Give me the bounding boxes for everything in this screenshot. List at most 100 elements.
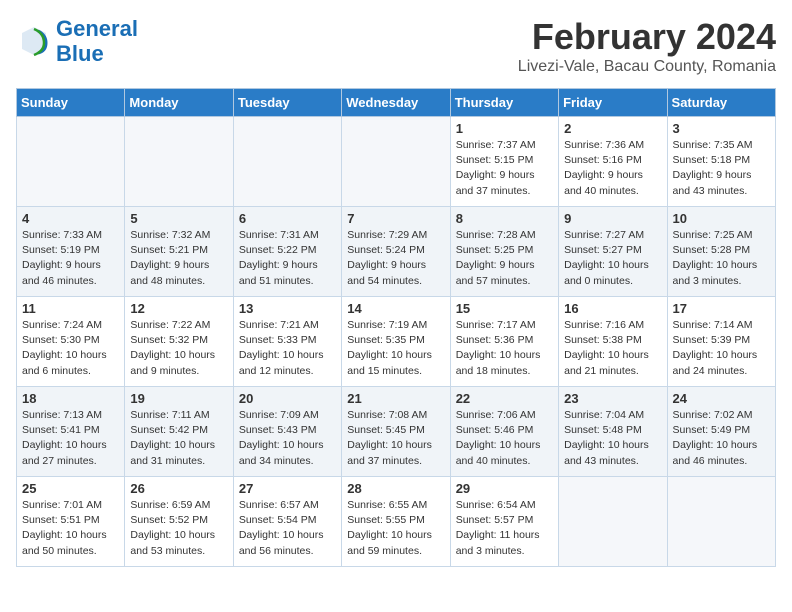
month-title: February 2024 [518, 16, 776, 58]
weekday-header-monday: Monday [125, 89, 233, 117]
calendar-cell [125, 117, 233, 207]
page-header: General Blue February 2024 Livezi-Vale, … [16, 16, 776, 76]
calendar-cell: 16Sunrise: 7:16 AM Sunset: 5:38 PM Dayli… [559, 297, 667, 387]
day-info: Sunrise: 7:19 AM Sunset: 5:35 PM Dayligh… [347, 318, 444, 379]
day-number: 2 [564, 121, 661, 136]
day-info: Sunrise: 7:11 AM Sunset: 5:42 PM Dayligh… [130, 408, 227, 469]
calendar-cell: 12Sunrise: 7:22 AM Sunset: 5:32 PM Dayli… [125, 297, 233, 387]
day-number: 4 [22, 211, 119, 226]
day-info: Sunrise: 7:32 AM Sunset: 5:21 PM Dayligh… [130, 228, 227, 289]
day-number: 23 [564, 391, 661, 406]
calendar-cell: 10 Sunrise: 7:25 AM Sunset: 5:28 PM Dayli… [667, 207, 775, 297]
calendar-cell: 1Sunrise: 7:37 AM Sunset: 5:15 PM Daylig… [450, 117, 558, 207]
calendar-cell: 25 Sunrise: 7:01 AM Sunset: 5:51 PM Dayli… [17, 477, 125, 567]
weekday-header-friday: Friday [559, 89, 667, 117]
day-number: 11 [22, 301, 119, 316]
day-info: Sunrise: 6:54 AM Sunset: 5:57 PM Dayligh… [456, 498, 553, 559]
calendar-cell [559, 477, 667, 567]
day-info: Sunrise: 7:04 AM Sunset: 5:48 PM Dayligh… [564, 408, 661, 469]
calendar-week-row: 1Sunrise: 7:37 AM Sunset: 5:15 PM Daylig… [17, 117, 776, 207]
weekday-header-tuesday: Tuesday [233, 89, 341, 117]
day-number: 18 [22, 391, 119, 406]
weekday-header-sunday: Sunday [17, 89, 125, 117]
calendar-cell: 3 Sunrise: 7:35 AM Sunset: 5:18 PM Daylig… [667, 117, 775, 207]
calendar-cell: 22 Sunrise: 7:06 AM Sunset: 5:46 PM Dayli… [450, 387, 558, 477]
calendar-cell: 8 Sunrise: 7:28 AM Sunset: 5:25 PM Daylig… [450, 207, 558, 297]
day-info: Sunrise: 7:17 AM Sunset: 5:36 PM Dayligh… [456, 318, 553, 379]
day-number: 27 [239, 481, 336, 496]
day-number: 19 [130, 391, 227, 406]
calendar-cell: 17Sunrise: 7:14 AM Sunset: 5:39 PM Dayli… [667, 297, 775, 387]
day-info: Sunrise: 7:13 AM Sunset: 5:41 PM Dayligh… [22, 408, 119, 469]
day-info: Sunrise: 6:59 AM Sunset: 5:52 PM Dayligh… [130, 498, 227, 559]
calendar-cell: 13Sunrise: 7:21 AM Sunset: 5:33 PM Dayli… [233, 297, 341, 387]
day-info: Sunrise: 7:01 AM Sunset: 5:51 PM Dayligh… [22, 498, 119, 559]
day-number: 10 [673, 211, 770, 226]
calendar-cell: 24 Sunrise: 7:02 AM Sunset: 5:49 PM Dayli… [667, 387, 775, 477]
calendar-cell: 7 Sunrise: 7:29 AM Sunset: 5:24 PM Daylig… [342, 207, 450, 297]
location-title: Livezi-Vale, Bacau County, Romania [518, 58, 776, 76]
logo-icon [16, 23, 52, 59]
day-info: Sunrise: 7:02 AM Sunset: 5:49 PM Dayligh… [673, 408, 770, 469]
day-info: Sunrise: 7:25 AM Sunset: 5:28 PM Dayligh… [673, 228, 770, 289]
day-info: Sunrise: 7:36 AM Sunset: 5:16 PM Dayligh… [564, 138, 661, 199]
day-number: 17 [673, 301, 770, 316]
day-info: Sunrise: 7:31 AM Sunset: 5:22 PM Dayligh… [239, 228, 336, 289]
day-number: 26 [130, 481, 227, 496]
day-info: Sunrise: 7:21 AM Sunset: 5:33 PM Dayligh… [239, 318, 336, 379]
day-info: Sunrise: 7:22 AM Sunset: 5:32 PM Dayligh… [130, 318, 227, 379]
day-info: Sunrise: 7:29 AM Sunset: 5:24 PM Dayligh… [347, 228, 444, 289]
calendar-week-row: 18 Sunrise: 7:13 AM Sunset: 5:41 PM Dayli… [17, 387, 776, 477]
day-number: 29 [456, 481, 553, 496]
day-number: 22 [456, 391, 553, 406]
calendar-cell: 29 Sunrise: 6:54 AM Sunset: 5:57 PM Dayli… [450, 477, 558, 567]
day-info: Sunrise: 7:09 AM Sunset: 5:43 PM Dayligh… [239, 408, 336, 469]
day-number: 25 [22, 481, 119, 496]
calendar-cell: 19 Sunrise: 7:11 AM Sunset: 5:42 PM Dayli… [125, 387, 233, 477]
calendar-cell: 26 Sunrise: 6:59 AM Sunset: 5:52 PM Dayli… [125, 477, 233, 567]
day-number: 3 [673, 121, 770, 136]
calendar-cell: 15 Sunrise: 7:17 AM Sunset: 5:36 PM Dayli… [450, 297, 558, 387]
day-number: 7 [347, 211, 444, 226]
day-number: 28 [347, 481, 444, 496]
weekday-header-saturday: Saturday [667, 89, 775, 117]
weekday-header-wednesday: Wednesday [342, 89, 450, 117]
day-info: Sunrise: 7:27 AM Sunset: 5:27 PM Dayligh… [564, 228, 661, 289]
calendar-week-row: 25 Sunrise: 7:01 AM Sunset: 5:51 PM Dayli… [17, 477, 776, 567]
calendar-cell: 20 Sunrise: 7:09 AM Sunset: 5:43 PM Dayli… [233, 387, 341, 477]
day-number: 6 [239, 211, 336, 226]
day-info: Sunrise: 7:28 AM Sunset: 5:25 PM Dayligh… [456, 228, 553, 289]
calendar-cell: 6 Sunrise: 7:31 AM Sunset: 5:22 PM Daylig… [233, 207, 341, 297]
day-info: Sunrise: 6:55 AM Sunset: 5:55 PM Dayligh… [347, 498, 444, 559]
logo-text-general: General [56, 16, 138, 41]
calendar-cell [17, 117, 125, 207]
calendar-cell: 18 Sunrise: 7:13 AM Sunset: 5:41 PM Dayli… [17, 387, 125, 477]
day-number: 24 [673, 391, 770, 406]
logo-text-blue: Blue [56, 41, 138, 66]
day-number: 5 [130, 211, 227, 226]
calendar-cell: 23 Sunrise: 7:04 AM Sunset: 5:48 PM Dayli… [559, 387, 667, 477]
calendar-cell: 21Sunrise: 7:08 AM Sunset: 5:45 PM Dayli… [342, 387, 450, 477]
logo: General Blue [16, 16, 138, 67]
day-info: Sunrise: 6:57 AM Sunset: 5:54 PM Dayligh… [239, 498, 336, 559]
day-info: Sunrise: 7:24 AM Sunset: 5:30 PM Dayligh… [22, 318, 119, 379]
calendar-cell: 14 Sunrise: 7:19 AM Sunset: 5:35 PM Dayli… [342, 297, 450, 387]
calendar-cell [342, 117, 450, 207]
day-number: 15 [456, 301, 553, 316]
day-number: 14 [347, 301, 444, 316]
calendar-cell: 2 Sunrise: 7:36 AM Sunset: 5:16 PM Daylig… [559, 117, 667, 207]
day-number: 16 [564, 301, 661, 316]
title-block: February 2024 Livezi-Vale, Bacau County,… [518, 16, 776, 76]
day-number: 8 [456, 211, 553, 226]
calendar-cell: 5 Sunrise: 7:32 AM Sunset: 5:21 PM Daylig… [125, 207, 233, 297]
calendar-week-row: 11 Sunrise: 7:24 AM Sunset: 5:30 PM Dayli… [17, 297, 776, 387]
day-number: 20 [239, 391, 336, 406]
calendar-cell: 9Sunrise: 7:27 AM Sunset: 5:27 PM Daylig… [559, 207, 667, 297]
calendar-cell: 4 Sunrise: 7:33 AM Sunset: 5:19 PM Daylig… [17, 207, 125, 297]
day-info: Sunrise: 7:33 AM Sunset: 5:19 PM Dayligh… [22, 228, 119, 289]
day-number: 1 [456, 121, 553, 136]
day-info: Sunrise: 7:35 AM Sunset: 5:18 PM Dayligh… [673, 138, 770, 199]
calendar-cell: 27 Sunrise: 6:57 AM Sunset: 5:54 PM Dayli… [233, 477, 341, 567]
day-info: Sunrise: 7:06 AM Sunset: 5:46 PM Dayligh… [456, 408, 553, 469]
calendar-week-row: 4 Sunrise: 7:33 AM Sunset: 5:19 PM Daylig… [17, 207, 776, 297]
